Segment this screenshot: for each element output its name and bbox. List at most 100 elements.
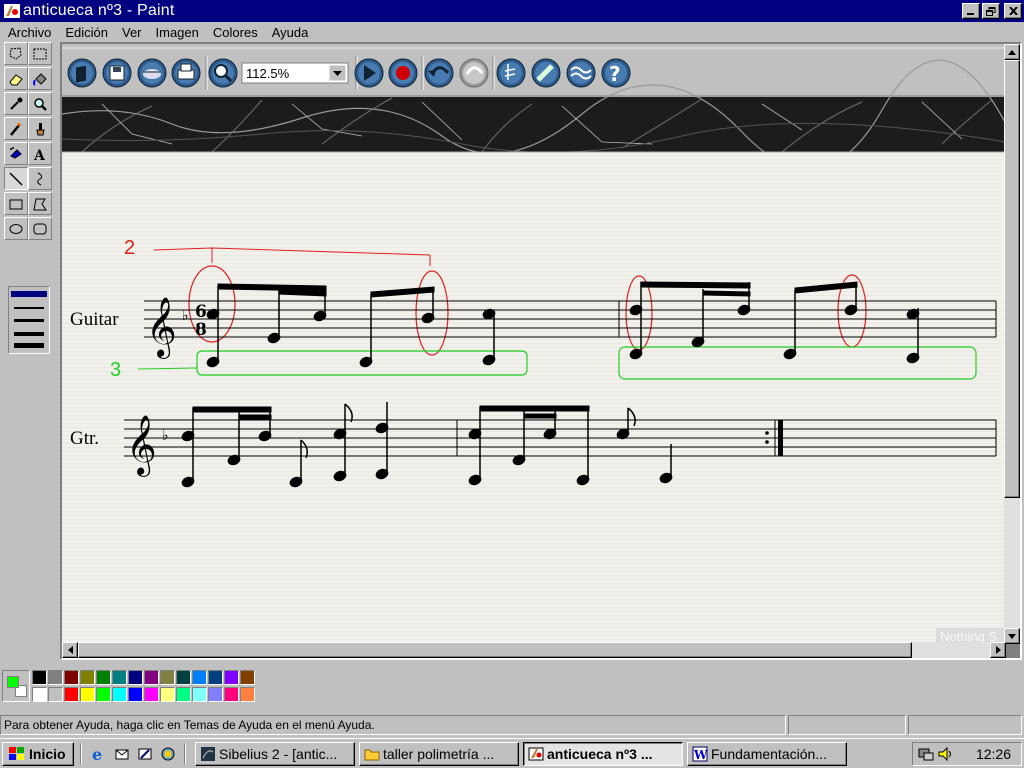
record-icon[interactable] bbox=[388, 58, 418, 88]
palette-swatch[interactable] bbox=[240, 670, 255, 685]
vertical-scroll-thumb[interactable] bbox=[1004, 60, 1020, 498]
network-icon[interactable] bbox=[917, 746, 935, 762]
task-sibelius[interactable]: Sibelius 2 - [antic... bbox=[195, 742, 355, 766]
keypad-icon[interactable] bbox=[496, 58, 526, 88]
desktop-icon[interactable] bbox=[136, 745, 154, 763]
palette-swatch[interactable] bbox=[224, 670, 239, 685]
palette-swatch[interactable] bbox=[160, 670, 175, 685]
fill-bucket-icon[interactable] bbox=[28, 67, 52, 90]
palette-swatch[interactable] bbox=[224, 687, 239, 702]
line-tool-icon[interactable] bbox=[4, 167, 28, 190]
save-icon[interactable] bbox=[102, 58, 132, 88]
palette-swatch[interactable] bbox=[192, 687, 207, 702]
zoom-icon[interactable] bbox=[208, 58, 238, 88]
treble-clef-icon: 𝄞 bbox=[146, 297, 177, 359]
line-width-5[interactable] bbox=[14, 343, 44, 348]
horizontal-scrollbar[interactable] bbox=[62, 642, 1006, 658]
eraser-icon[interactable] bbox=[4, 67, 28, 90]
color-picker-icon[interactable] bbox=[4, 92, 28, 115]
palette-swatch[interactable] bbox=[112, 670, 127, 685]
palette-swatch[interactable] bbox=[112, 687, 127, 702]
text-tool-icon[interactable]: A bbox=[28, 142, 52, 165]
mixer-icon[interactable] bbox=[566, 58, 596, 88]
scroll-up-button[interactable] bbox=[1004, 44, 1020, 60]
palette-swatch[interactable] bbox=[96, 670, 111, 685]
channels-icon[interactable] bbox=[159, 745, 177, 763]
task-word[interactable]: W Fundamentación... bbox=[687, 742, 847, 766]
brush-icon[interactable] bbox=[28, 117, 52, 140]
free-select-icon[interactable] bbox=[4, 42, 28, 65]
palette-swatch[interactable] bbox=[208, 670, 223, 685]
current-colors[interactable] bbox=[2, 670, 30, 702]
volume-icon[interactable] bbox=[937, 746, 953, 762]
vertical-scrollbar[interactable] bbox=[1004, 44, 1020, 644]
palette-swatch[interactable] bbox=[96, 687, 111, 702]
line-width-selector[interactable] bbox=[8, 286, 50, 354]
palette-swatch[interactable] bbox=[48, 670, 63, 685]
color-palette bbox=[0, 666, 1024, 706]
ellipse-tool-icon[interactable] bbox=[4, 217, 28, 240]
palette-swatch[interactable] bbox=[128, 687, 143, 702]
palette-swatch[interactable] bbox=[32, 687, 47, 702]
rectangle-tool-icon[interactable] bbox=[4, 192, 28, 215]
print-icon[interactable] bbox=[171, 58, 201, 88]
menu-archivo[interactable]: Archivo bbox=[0, 25, 58, 40]
menu-ver[interactable]: Ver bbox=[115, 25, 149, 40]
outlook-icon[interactable] bbox=[113, 745, 131, 763]
palette-swatch[interactable] bbox=[48, 687, 63, 702]
curve-tool-icon[interactable] bbox=[28, 167, 52, 190]
sibelius-icon bbox=[201, 747, 215, 761]
start-button[interactable]: Inicio bbox=[2, 742, 74, 766]
palette-swatch[interactable] bbox=[64, 670, 79, 685]
status-coordinates bbox=[788, 715, 906, 735]
new-doc-icon[interactable] bbox=[67, 58, 97, 88]
palette-swatch[interactable] bbox=[192, 670, 207, 685]
undo-icon[interactable] bbox=[424, 58, 454, 88]
menu-colores[interactable]: Colores bbox=[206, 25, 265, 40]
pencil-icon[interactable] bbox=[4, 117, 28, 140]
ie-icon[interactable]: e bbox=[90, 745, 108, 763]
palette-swatch[interactable] bbox=[176, 670, 191, 685]
scroll-right-button[interactable] bbox=[990, 642, 1006, 658]
menu-edicion[interactable]: Edición bbox=[58, 25, 115, 40]
line-width-4[interactable] bbox=[14, 332, 44, 336]
palette-swatch[interactable] bbox=[160, 687, 175, 702]
palette-swatch[interactable] bbox=[32, 670, 47, 685]
line-width-2[interactable] bbox=[14, 307, 44, 309]
menu-imagen[interactable]: Imagen bbox=[149, 25, 206, 40]
palette-swatch[interactable] bbox=[64, 687, 79, 702]
properties-icon[interactable] bbox=[531, 58, 561, 88]
redo-icon[interactable] bbox=[459, 58, 489, 88]
open-icon[interactable] bbox=[137, 58, 167, 88]
palette-swatch[interactable] bbox=[80, 687, 95, 702]
line-width-1[interactable] bbox=[11, 291, 47, 297]
restore-button[interactable] bbox=[982, 3, 1000, 19]
palette-swatch[interactable] bbox=[176, 687, 191, 702]
title-bar[interactable]: anticueca nº3 - Paint bbox=[0, 0, 1024, 22]
palette-swatch[interactable] bbox=[240, 687, 255, 702]
close-button[interactable] bbox=[1004, 3, 1022, 19]
paint-window: anticueca nº3 - Paint Archivo Edición Ve… bbox=[0, 0, 1024, 740]
scroll-left-button[interactable] bbox=[62, 642, 78, 658]
rect-select-icon[interactable] bbox=[28, 42, 52, 65]
minimize-button[interactable] bbox=[962, 3, 980, 19]
help-icon[interactable]: ? bbox=[601, 58, 631, 88]
task-paint[interactable]: anticueca nº3 ... bbox=[523, 742, 683, 766]
magnifier-icon[interactable] bbox=[28, 92, 52, 115]
palette-swatch[interactable] bbox=[80, 670, 95, 685]
play-icon[interactable] bbox=[354, 58, 384, 88]
polygon-tool-icon[interactable] bbox=[28, 192, 52, 215]
palette-swatch[interactable] bbox=[208, 687, 223, 702]
drawing-canvas[interactable]: ? 112.5% 2 3 Guitar 𝄞 ♭ 6 8 Gtr. 𝄞 ♭ Not… bbox=[62, 44, 1006, 644]
menu-ayuda[interactable]: Ayuda bbox=[265, 25, 316, 40]
task-folder[interactable]: taller polimetría ... bbox=[359, 742, 519, 766]
palette-swatch[interactable] bbox=[128, 670, 143, 685]
line-width-3[interactable] bbox=[14, 319, 44, 322]
horizontal-scroll-thumb[interactable] bbox=[78, 642, 912, 658]
rounded-rect-tool-icon[interactable] bbox=[28, 217, 52, 240]
airbrush-icon[interactable] bbox=[4, 142, 28, 165]
zoom-value[interactable]: 112.5% bbox=[246, 66, 290, 81]
palette-swatch[interactable] bbox=[144, 687, 159, 702]
palette-swatch[interactable] bbox=[144, 670, 159, 685]
scroll-down-button[interactable] bbox=[1004, 628, 1020, 644]
